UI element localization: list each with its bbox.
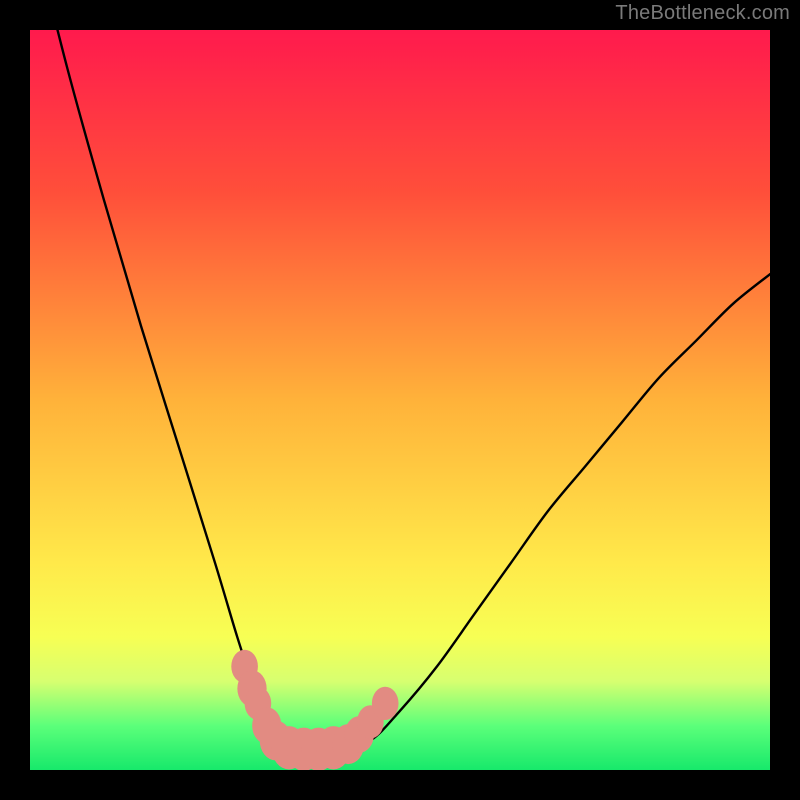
plot-area — [30, 30, 770, 770]
gradient-background — [30, 30, 770, 770]
plot-svg — [30, 30, 770, 770]
attribution-label: TheBottleneck.com — [615, 2, 790, 25]
chart-frame: TheBottleneck.com — [0, 0, 800, 800]
curve-marker — [372, 687, 399, 720]
